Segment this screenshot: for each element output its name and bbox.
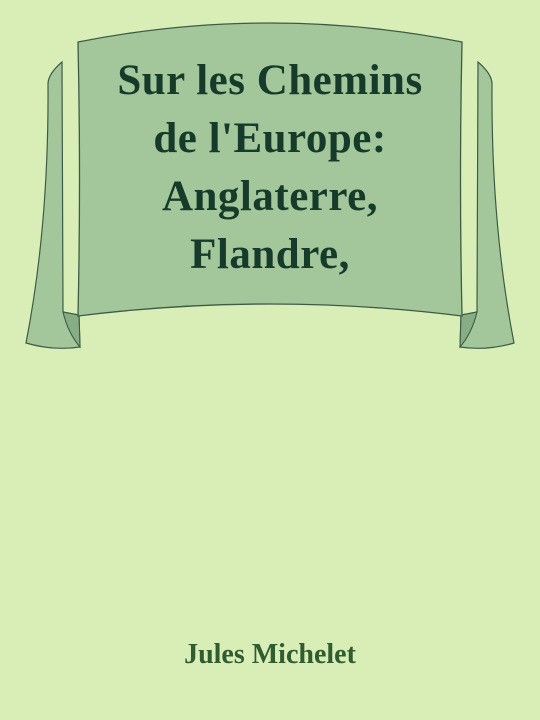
title-line: Sur les Chemins: [117, 57, 423, 104]
title-line: Flandre,: [190, 231, 350, 278]
book-title: Sur les Chemins de l'Europe: Anglaterre,…: [70, 52, 470, 284]
book-cover: Sur les Chemins de l'Europe: Anglaterre,…: [0, 0, 540, 720]
title-line: Anglaterre,: [161, 173, 379, 220]
title-line: de l'Europe:: [153, 115, 387, 162]
book-author: Jules Michelet: [184, 639, 356, 670]
